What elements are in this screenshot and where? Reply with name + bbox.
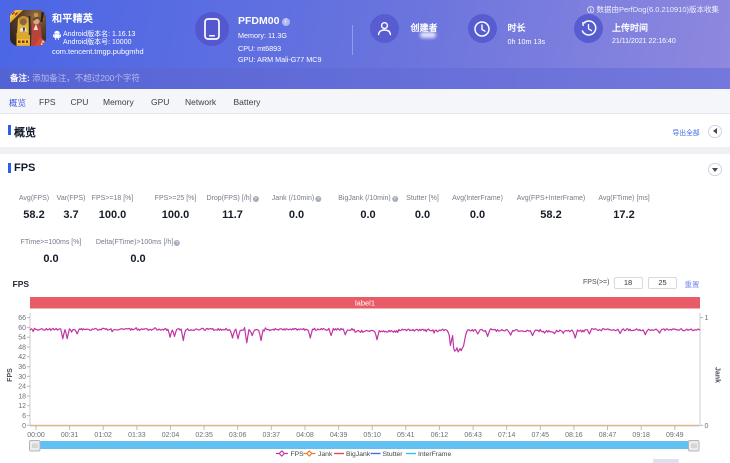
svg-text:60: 60 bbox=[18, 325, 26, 332]
svg-text:05:10: 05:10 bbox=[363, 432, 381, 439]
svg-text:04:08: 04:08 bbox=[296, 432, 314, 439]
svg-text:07:45: 07:45 bbox=[532, 432, 550, 439]
svg-text:54: 54 bbox=[18, 335, 26, 342]
svg-text:FPS: FPS bbox=[7, 368, 14, 382]
svg-text:03:37: 03:37 bbox=[263, 432, 281, 439]
svg-text:BigJank: BigJank bbox=[346, 451, 371, 458]
svg-text:02:35: 02:35 bbox=[195, 432, 213, 439]
svg-text:42: 42 bbox=[18, 354, 26, 361]
svg-text:18: 18 bbox=[18, 393, 26, 400]
svg-text:1: 1 bbox=[705, 315, 709, 322]
svg-text:04:39: 04:39 bbox=[330, 432, 348, 439]
svg-text:24: 24 bbox=[18, 384, 26, 391]
svg-text:label1: label1 bbox=[355, 298, 375, 307]
svg-text:00:00: 00:00 bbox=[27, 432, 45, 439]
svg-text:05:41: 05:41 bbox=[397, 432, 415, 439]
svg-text:66: 66 bbox=[18, 315, 26, 322]
svg-text:08:47: 08:47 bbox=[599, 432, 617, 439]
svg-text:06:12: 06:12 bbox=[431, 432, 449, 439]
svg-text:06:43: 06:43 bbox=[464, 432, 482, 439]
svg-text:12: 12 bbox=[18, 403, 26, 410]
svg-text:InterFrame: InterFrame bbox=[418, 451, 451, 458]
svg-text:Jank: Jank bbox=[714, 367, 721, 383]
svg-text:0: 0 bbox=[705, 423, 709, 430]
svg-text:08:16: 08:16 bbox=[565, 432, 583, 439]
svg-text:01:02: 01:02 bbox=[94, 432, 112, 439]
svg-text:FPS: FPS bbox=[291, 451, 305, 458]
svg-text:03:06: 03:06 bbox=[229, 432, 247, 439]
svg-text:07:14: 07:14 bbox=[498, 432, 516, 439]
svg-text:02:04: 02:04 bbox=[162, 432, 180, 439]
svg-text:30: 30 bbox=[18, 374, 26, 381]
svg-text:09:18: 09:18 bbox=[632, 432, 650, 439]
svg-text:Jank: Jank bbox=[318, 451, 333, 458]
svg-text:01:33: 01:33 bbox=[128, 432, 146, 439]
svg-text:Stutter: Stutter bbox=[383, 451, 404, 458]
svg-text:09:49: 09:49 bbox=[666, 432, 684, 439]
svg-text:36: 36 bbox=[18, 364, 26, 371]
svg-text:0: 0 bbox=[22, 423, 26, 430]
svg-text:6: 6 bbox=[22, 413, 26, 420]
svg-text:48: 48 bbox=[18, 344, 26, 351]
svg-text:00:31: 00:31 bbox=[61, 432, 79, 439]
